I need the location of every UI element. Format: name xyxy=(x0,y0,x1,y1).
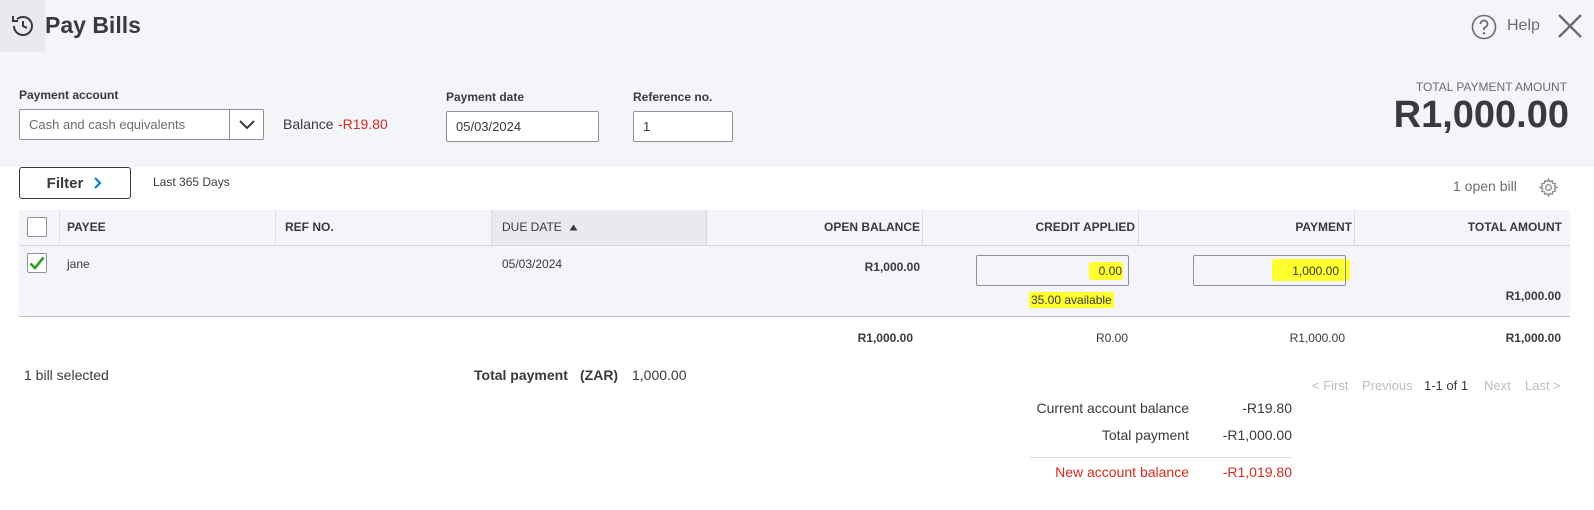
new-balance-value: -R1,019.80 xyxy=(1222,464,1292,480)
row-due-date: 05/03/2024 xyxy=(502,257,563,271)
pagination-last[interactable]: Last > xyxy=(1525,378,1561,393)
recent-transactions-button[interactable] xyxy=(0,0,45,52)
total-credit-applied: R0.00 xyxy=(1095,331,1128,345)
payment-account-select[interactable]: Cash and cash equivalents xyxy=(19,109,264,140)
total-payment-amount-label: TOTAL PAYMENT AMOUNT xyxy=(1415,80,1567,94)
chevron-right-icon xyxy=(94,177,102,189)
checkmark-icon xyxy=(29,256,45,270)
pagination-previous[interactable]: Previous xyxy=(1362,378,1413,393)
reference-no-label: Reference no. xyxy=(633,90,713,104)
pagination-next[interactable]: Next xyxy=(1484,378,1511,393)
row-checkbox[interactable] xyxy=(27,253,47,273)
sort-ascending-icon xyxy=(569,224,578,231)
total-open-balance: R1,000.00 xyxy=(857,331,913,345)
payment-date-label: Payment date xyxy=(446,90,525,104)
total-payment-label: Total payment xyxy=(474,367,568,383)
row-payee[interactable]: jane xyxy=(67,257,90,271)
column-open-balance[interactable]: OPEN BALANCE xyxy=(824,220,920,234)
select-all-checkbox[interactable] xyxy=(27,217,47,237)
filter-range: Last 365 Days xyxy=(153,175,230,189)
payment-date-input[interactable] xyxy=(446,111,599,142)
reference-no-input[interactable] xyxy=(633,111,733,142)
row-open-balance: R1,000.00 xyxy=(864,260,920,274)
balance-value: -R19.80 xyxy=(338,116,388,132)
credit-available-text: 35.00 available xyxy=(1029,292,1114,308)
history-clock-icon xyxy=(11,16,33,36)
currency-code: (ZAR) xyxy=(580,367,619,383)
column-total-amount[interactable]: TOTAL AMOUNT xyxy=(1468,220,1562,234)
credit-available-note: 35.00 available xyxy=(1029,292,1114,308)
dropdown-arrow[interactable] xyxy=(229,110,263,139)
close-icon[interactable] xyxy=(1555,11,1585,41)
total-payment-value: 1,000.00 xyxy=(632,367,687,383)
open-bill-count: 1 open bill xyxy=(1453,178,1517,194)
column-payment[interactable]: PAYMENT xyxy=(1295,220,1352,234)
total-amount-column: R1,000.00 xyxy=(1505,331,1561,345)
current-balance-value: -R19.80 xyxy=(1242,400,1292,416)
payment-account-value: Cash and cash equivalents xyxy=(29,117,186,132)
column-ref-no[interactable]: REF NO. xyxy=(285,220,334,234)
header-panel xyxy=(0,0,1594,167)
summary-total-payment-label: Total payment xyxy=(1101,427,1189,443)
summary-divider xyxy=(1030,457,1292,458)
gear-icon[interactable] xyxy=(1538,177,1559,198)
payment-account-label: Payment account xyxy=(19,88,119,102)
pagination-first[interactable]: < First xyxy=(1312,378,1348,393)
column-due-date[interactable]: DUE DATE xyxy=(502,220,578,234)
page-title: Pay Bills xyxy=(45,12,141,38)
payment-input[interactable] xyxy=(1193,255,1346,286)
column-payee[interactable]: PAYEE xyxy=(67,220,106,234)
pagination-range: 1-1 of 1 xyxy=(1424,378,1469,393)
row-total-amount: R1,000.00 xyxy=(1505,289,1561,303)
credit-applied-input[interactable] xyxy=(976,255,1129,286)
summary-total-payment-value: -R1,000.00 xyxy=(1222,427,1292,443)
help-link[interactable]: Help xyxy=(1507,17,1540,35)
current-balance-label: Current account balance xyxy=(1036,400,1189,416)
table-header: PAYEE REF NO. DUE DATE OPEN BALANCE CRED… xyxy=(19,210,1570,246)
column-credit-applied[interactable]: CREDIT APPLIED xyxy=(1035,220,1135,234)
total-payment-column: R1,000.00 xyxy=(1289,331,1345,345)
help-icon[interactable] xyxy=(1471,14,1497,40)
new-balance-label: New account balance xyxy=(1055,464,1189,480)
filter-button[interactable]: Filter xyxy=(19,167,131,199)
filter-label: Filter xyxy=(46,174,84,192)
total-payment-amount-value: R1,000.00 xyxy=(1393,94,1569,136)
column-due-date-label: DUE DATE xyxy=(502,220,562,234)
chevron-down-icon xyxy=(238,119,255,129)
balance-label: Balance xyxy=(283,116,334,132)
bills-selected-count: 1 bill selected xyxy=(24,367,109,383)
